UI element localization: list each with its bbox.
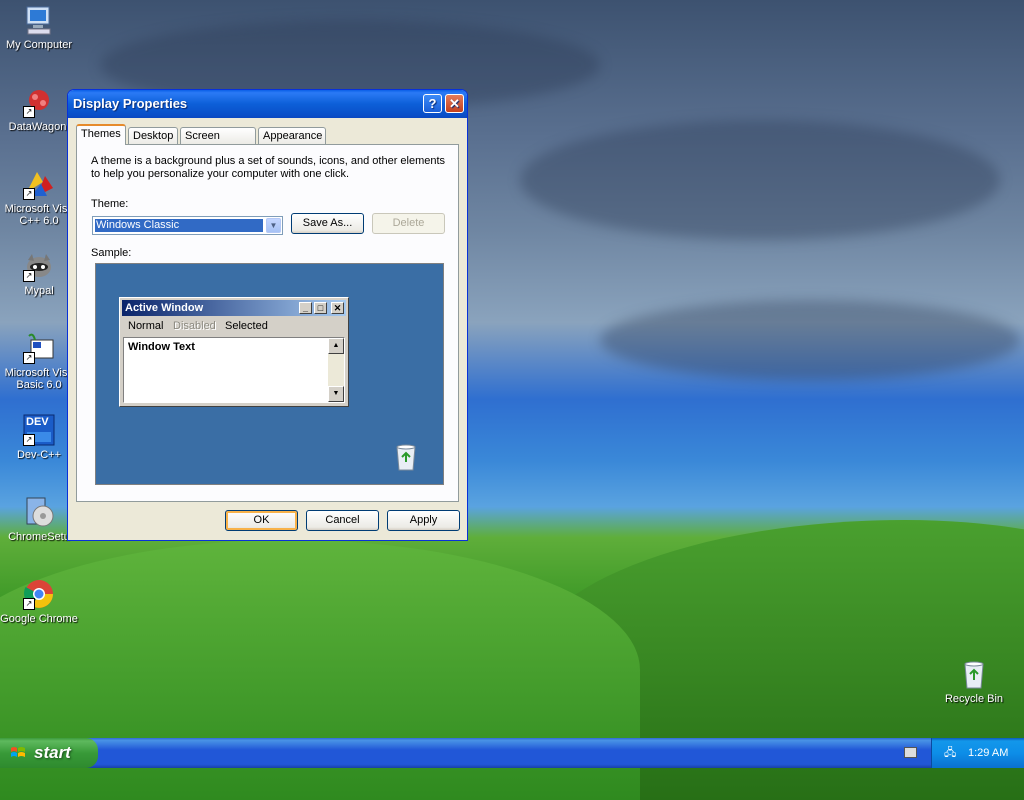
cancel-button[interactable]: Cancel	[306, 510, 379, 531]
sample-window-title: Active Window _ □ ✕	[122, 300, 346, 316]
sample-menu-selected: Selected	[225, 320, 268, 332]
window-title: Display Properties	[73, 96, 188, 111]
shortcut-arrow-icon: ↗	[23, 434, 35, 446]
taskbar: start 🖧 1:29 AM	[0, 738, 1024, 768]
sample-window-text: Window Text	[128, 341, 195, 353]
start-button[interactable]: start	[0, 738, 98, 768]
scroll-down-icon: ▼	[328, 386, 344, 402]
themes-panel: A theme is a background plus a set of so…	[76, 144, 459, 502]
theme-select[interactable]: Windows Classic ▼	[92, 216, 283, 235]
chevron-down-icon[interactable]: ▼	[266, 218, 281, 233]
keyboard-icon[interactable]	[904, 747, 917, 758]
dev-cpp-icon: DEV ↗	[23, 414, 55, 446]
save-as-button[interactable]: Save As...	[291, 213, 364, 234]
scroll-up-icon: ▲	[328, 338, 344, 354]
sample-active-window: Active Window _ □ ✕ Normal Disabled Sele…	[119, 297, 349, 407]
tab-appearance[interactable]: Appearance	[258, 127, 326, 144]
sample-window-title-text: Active Window	[125, 302, 204, 314]
shortcut-arrow-icon: ↗	[23, 270, 35, 282]
recycle-bin-icon	[391, 442, 421, 472]
sample-window-text-area: Window Text ▲ ▼	[123, 337, 345, 403]
google-chrome-icon: ↗	[23, 578, 55, 610]
chromesetup-icon	[23, 496, 55, 528]
theme-select-value: Windows Classic	[95, 219, 263, 232]
shortcut-arrow-icon: ↗	[23, 188, 35, 200]
ok-button[interactable]: OK	[225, 510, 298, 531]
window-titlebar[interactable]: Display Properties ? ✕	[68, 90, 467, 118]
minimize-icon: _	[299, 302, 312, 314]
sample-menu-disabled: Disabled	[173, 320, 216, 332]
help-icon: ?	[428, 96, 437, 111]
desktop-icon-my-computer[interactable]: My Computer	[0, 4, 78, 51]
sample-menu-bar: Normal Disabled Selected	[122, 318, 346, 334]
close-icon: ✕	[449, 96, 460, 111]
visual-basic-icon: ↗	[23, 332, 55, 364]
close-icon: ✕	[331, 302, 344, 314]
maximize-icon: □	[314, 302, 327, 314]
dev-icon-text: DEV	[26, 416, 49, 428]
sample-label: Sample:	[91, 247, 132, 259]
start-label: start	[34, 743, 71, 762]
shortcut-arrow-icon: ↗	[23, 106, 35, 118]
shortcut-arrow-icon: ↗	[23, 598, 35, 610]
tab-desktop[interactable]: Desktop	[128, 127, 178, 144]
visual-cpp-icon: ↗	[23, 168, 55, 200]
desktop-icon-label: Google Chrome	[0, 613, 78, 625]
desktop-icon-recycle-bin[interactable]: Recycle Bin	[935, 658, 1013, 705]
theme-description: A theme is a background plus a set of so…	[91, 155, 446, 180]
apply-button[interactable]: Apply	[387, 510, 460, 531]
system-tray: 🖧 1:29 AM	[931, 738, 1024, 768]
desktop-icon-label: My Computer	[5, 39, 73, 51]
sample-menu-normal: Normal	[128, 320, 164, 332]
theme-sample-preview: Active Window _ □ ✕ Normal Disabled Sele…	[95, 263, 444, 485]
tab-themes[interactable]: Themes	[76, 124, 126, 145]
desktop-icon-label: Recycle Bin	[944, 693, 1004, 705]
recycle-bin-icon	[958, 658, 990, 690]
tab-screen-saver[interactable]: Screen Saver	[180, 127, 256, 159]
windows-flag-icon	[11, 747, 25, 757]
mypal-raccoon-icon: ↗	[23, 250, 55, 282]
close-button[interactable]: ✕	[445, 94, 464, 113]
theme-label: Theme:	[91, 198, 129, 210]
network-icon[interactable]: 🖧	[944, 738, 956, 768]
help-button[interactable]: ?	[423, 94, 442, 113]
desktop-icon-google-chrome[interactable]: ↗ Google Chrome	[0, 578, 78, 625]
sample-scrollbar: ▲ ▼	[328, 338, 344, 402]
shortcut-arrow-icon: ↗	[23, 352, 35, 364]
clock[interactable]: 1:29 AM	[968, 738, 1008, 768]
delete-button[interactable]: Delete	[372, 213, 445, 234]
display-properties-window: Display Properties ? ✕ Themes Desktop Sc…	[67, 89, 468, 541]
datawagon-icon: ↗	[23, 86, 55, 118]
my-computer-icon	[23, 4, 55, 36]
